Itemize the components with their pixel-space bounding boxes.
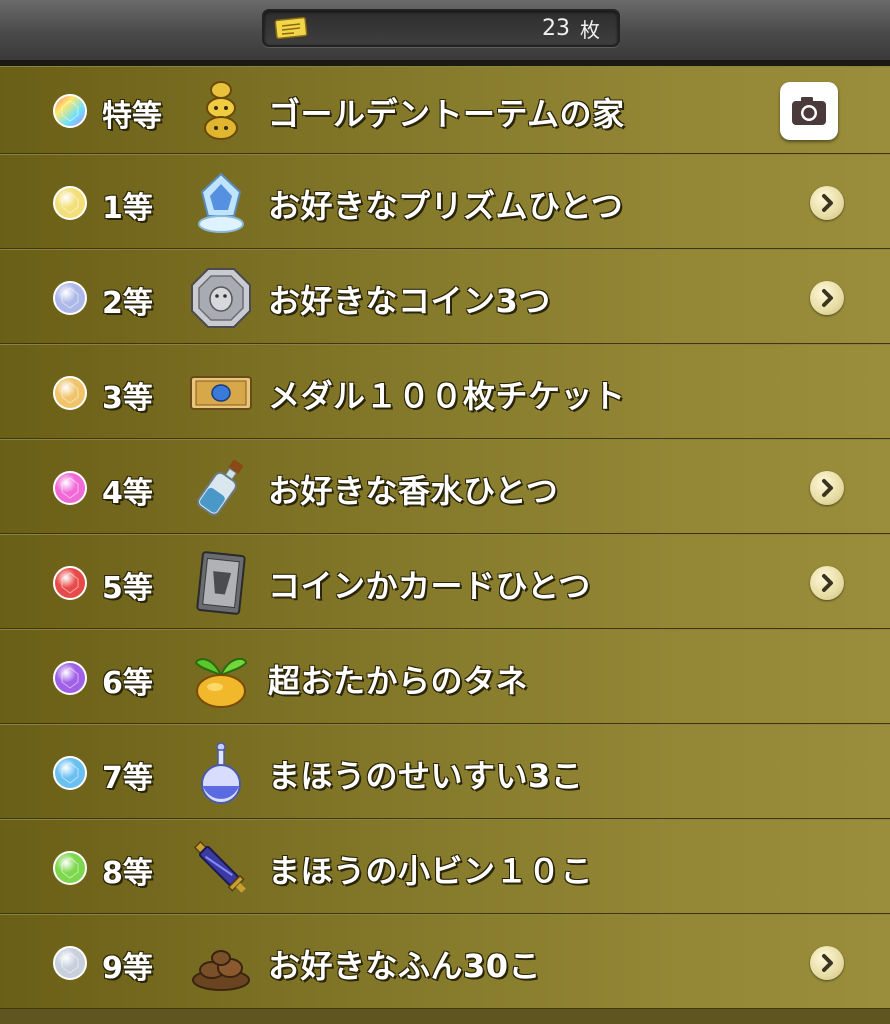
card-icon: [188, 550, 254, 616]
ticket-count: 23: [542, 16, 570, 41]
prize-rank: 9等: [102, 950, 153, 986]
prize-row[interactable]: 2等 お好きなコイン3つ: [0, 249, 890, 344]
prize-list: 特等 ゴールデントーテムの家 1等 お好きなプリズムひとつ 2等 お好きなコイン3つ 3等 メ…: [0, 66, 890, 1009]
chevron-right-icon[interactable]: [810, 470, 844, 505]
prize-row: 8等 まほうの小ビン１０こ: [0, 819, 890, 914]
golden-totem-icon: [188, 78, 254, 144]
magic-vial-icon: [188, 835, 254, 901]
chevron-right-icon[interactable]: [810, 565, 844, 600]
prize-row[interactable]: 1等 お好きなプリズムひとつ: [0, 154, 890, 249]
gem-icon: [53, 660, 87, 695]
holy-water-flask-icon: [188, 740, 254, 806]
prize-name: お好きな香水ひとつ: [268, 471, 559, 510]
gem-icon: [53, 565, 87, 600]
dung-pile-icon: [188, 930, 254, 996]
gem-icon: [53, 850, 87, 885]
ticket-unit: 枚: [580, 18, 600, 42]
prize-rank: 5等: [102, 570, 153, 606]
camera-button[interactable]: [780, 82, 838, 140]
gem-icon: [53, 470, 87, 505]
gem-icon: [53, 945, 87, 980]
prize-name: お好きなコイン3つ: [268, 281, 551, 320]
prize-name: まほうのせいすい3こ: [268, 756, 584, 795]
prize-name: まほうの小ビン１０こ: [268, 851, 594, 890]
prize-rank: 4等: [102, 475, 153, 511]
prize-rank: 3等: [102, 380, 153, 416]
perfume-bottle-icon: [188, 455, 254, 521]
prize-rank: 7等: [102, 760, 153, 796]
gem-icon: [53, 94, 87, 128]
silver-coin-icon: [188, 265, 254, 331]
prize-name: コインかカードひとつ: [268, 566, 591, 605]
prize-row: 6等 超おたからのタネ: [0, 629, 890, 724]
prize-row[interactable]: 9等 お好きなふん30こ: [0, 914, 890, 1009]
prize-row[interactable]: 5等 コインかカードひとつ: [0, 534, 890, 629]
prize-name: お好きなふん30こ: [268, 946, 542, 985]
seed-sprout-icon: [188, 645, 254, 711]
prize-row[interactable]: 4等 お好きな香水ひとつ: [0, 439, 890, 534]
medal-ticket-icon: [188, 360, 254, 426]
prize-row[interactable]: 特等 ゴールデントーテムの家: [0, 66, 890, 154]
chevron-right-icon[interactable]: [810, 185, 844, 220]
prize-name: メダル１００枚チケット: [268, 376, 626, 415]
gem-icon: [53, 755, 87, 790]
ticket-icon: [274, 16, 308, 40]
prize-rank: 2等: [102, 285, 153, 321]
gem-icon: [53, 185, 87, 220]
prism-crystal-icon: [188, 170, 254, 236]
prize-rank: 8等: [102, 855, 153, 891]
prize-row: 3等 メダル１００枚チケット: [0, 344, 890, 439]
prize-rank: 1等: [102, 190, 153, 226]
prize-rank: 特等: [102, 99, 162, 134]
prize-name: 超おたからのタネ: [268, 661, 529, 700]
chevron-right-icon[interactable]: [810, 280, 844, 315]
ticket-counter: 23 枚: [262, 9, 620, 47]
prize-rank: 6等: [102, 665, 153, 701]
gem-icon: [53, 280, 87, 315]
prize-row: 7等 まほうのせいすい3こ: [0, 724, 890, 819]
prize-name: ゴールデントーテムの家: [268, 95, 625, 133]
prize-name: お好きなプリズムひとつ: [268, 186, 624, 225]
gem-icon: [53, 375, 87, 410]
camera-icon: [792, 97, 826, 125]
chevron-right-icon[interactable]: [810, 945, 844, 980]
